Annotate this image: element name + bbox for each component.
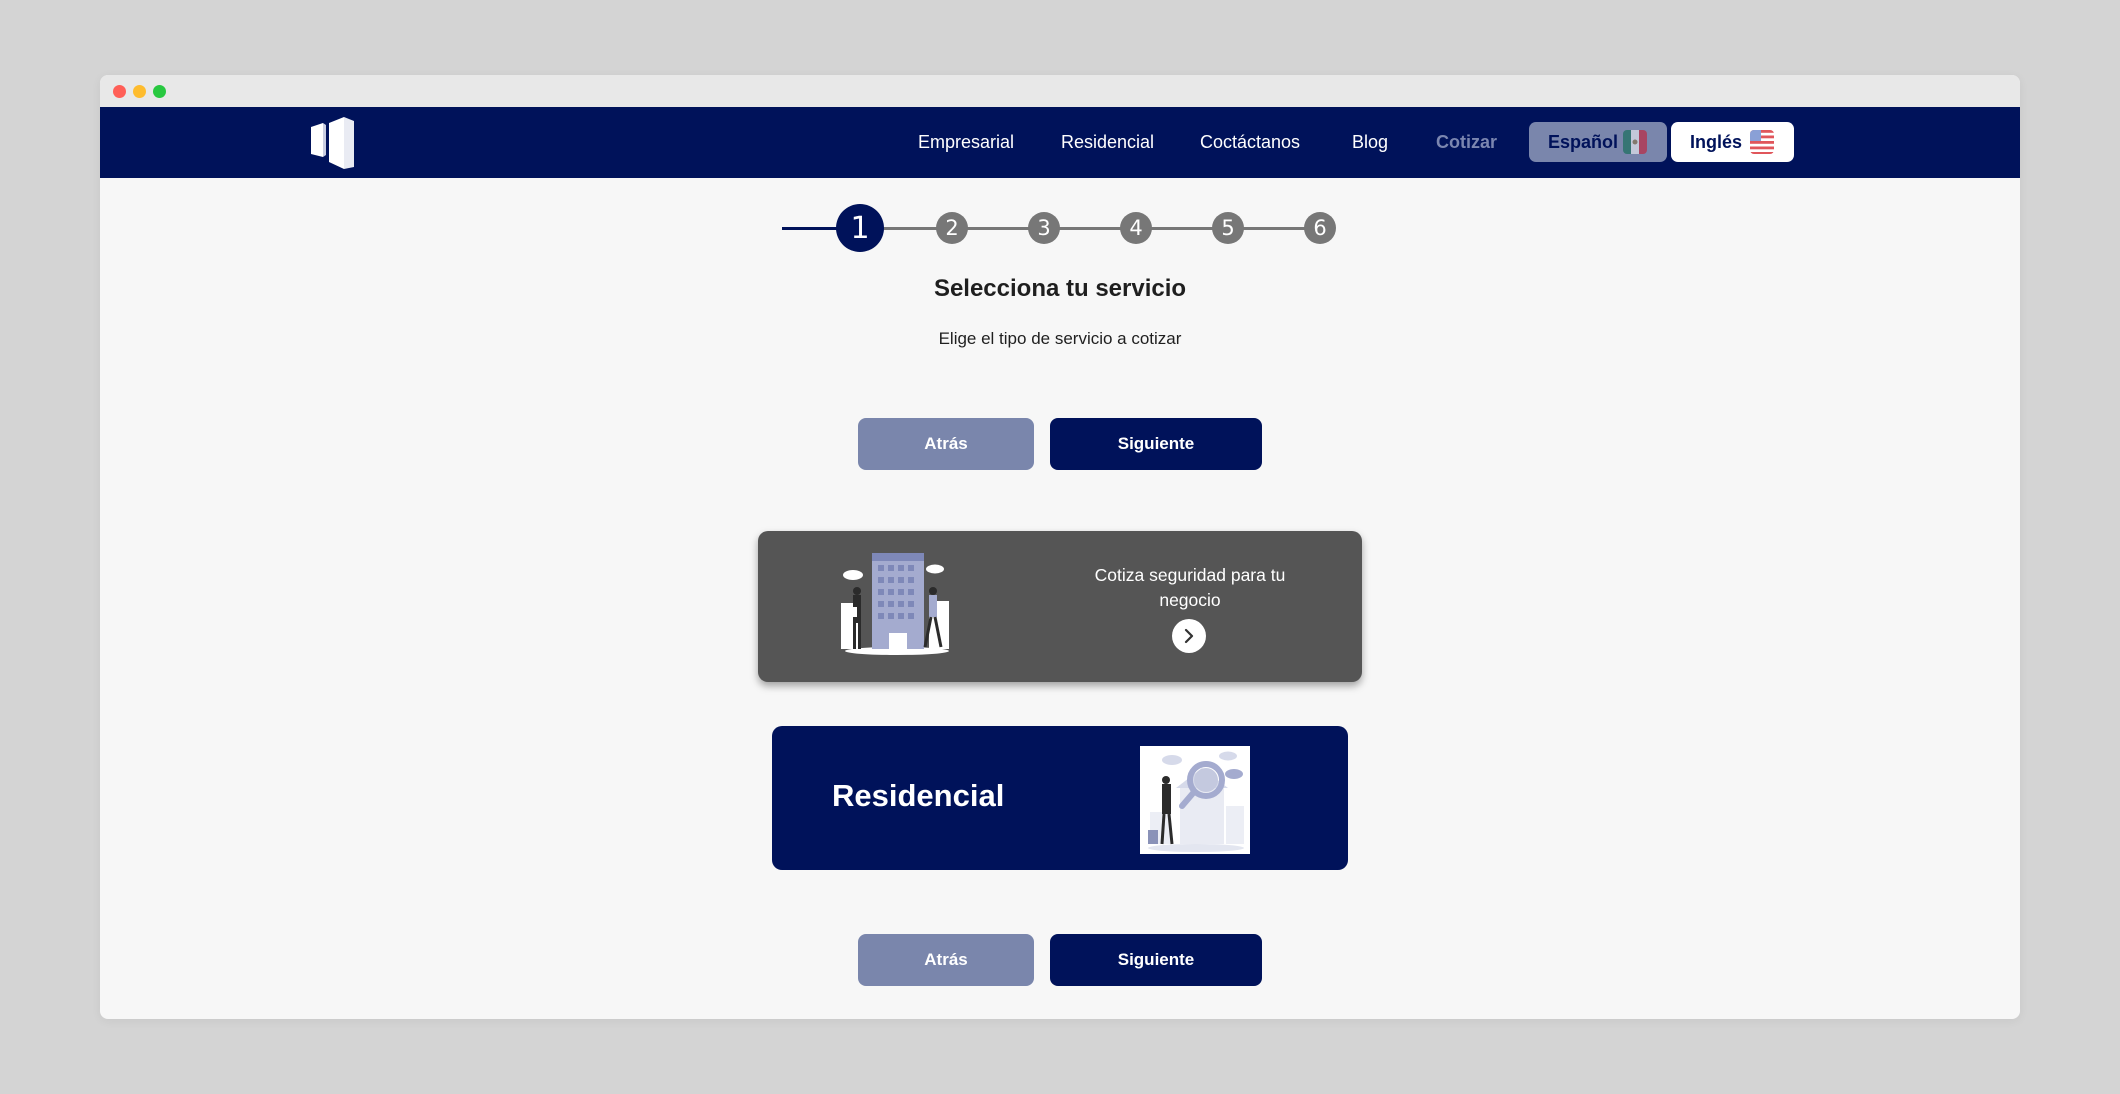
language-spanish-button[interactable]: Español [1529,122,1667,162]
step-3[interactable]: 3 [1028,212,1060,244]
business-card-arrow-button[interactable] [1172,619,1206,653]
close-window-button[interactable] [113,85,126,98]
logo-icon[interactable] [309,117,355,169]
back-button-top[interactable]: Atrás [858,418,1034,470]
nav-link-cotizar[interactable]: Cotizar [1436,131,1497,153]
nav-link-contactanos[interactable]: Coctáctanos [1200,131,1300,153]
step-2[interactable]: 2 [936,212,968,244]
language-english-label: Inglés [1690,131,1743,152]
back-button-bottom[interactable]: Atrás [858,934,1034,986]
business-service-card[interactable]: Cotiza seguridad para tu negocio [758,531,1362,682]
browser-window: Empresarial Residencial Coctáctanos Blog… [100,75,2020,1019]
progress-stepper: 1 2 3 4 5 6 [782,200,1342,256]
nav-link-blog[interactable]: Blog [1352,131,1388,153]
chevron-right-icon [1184,628,1194,644]
step-5[interactable]: 5 [1212,212,1244,244]
top-navbar: Empresarial Residencial Coctáctanos Blog… [100,107,2020,178]
business-card-text: Cotiza seguridad para tu negocio [1094,565,1286,610]
residential-card-label: Residencial [832,778,1005,813]
page-subtitle: Elige el tipo de servicio a cotizar [938,329,1182,348]
step-1[interactable]: 1 [836,204,884,252]
nav-link-residencial[interactable]: Residencial [1061,131,1154,153]
step-line-completed [782,227,842,230]
step-6[interactable]: 6 [1304,212,1336,244]
maximize-window-button[interactable] [153,85,166,98]
page-title: Selecciona tu servicio [933,275,1187,302]
language-spanish-label: Español [1548,131,1619,152]
business-building-illustration [837,551,957,657]
next-button-top[interactable]: Siguiente [1050,418,1262,470]
language-english-button[interactable]: Inglés [1671,122,1794,162]
step-4[interactable]: 4 [1120,212,1152,244]
mexico-flag-icon [1623,130,1647,154]
window-titlebar [100,75,2020,107]
next-button-bottom[interactable]: Siguiente [1050,934,1262,986]
residential-service-card[interactable]: Residencial [772,726,1348,870]
residential-house-illustration [1140,746,1250,854]
usa-flag-icon [1750,130,1774,154]
minimize-window-button[interactable] [133,85,146,98]
nav-link-empresarial[interactable]: Empresarial [918,131,1014,153]
